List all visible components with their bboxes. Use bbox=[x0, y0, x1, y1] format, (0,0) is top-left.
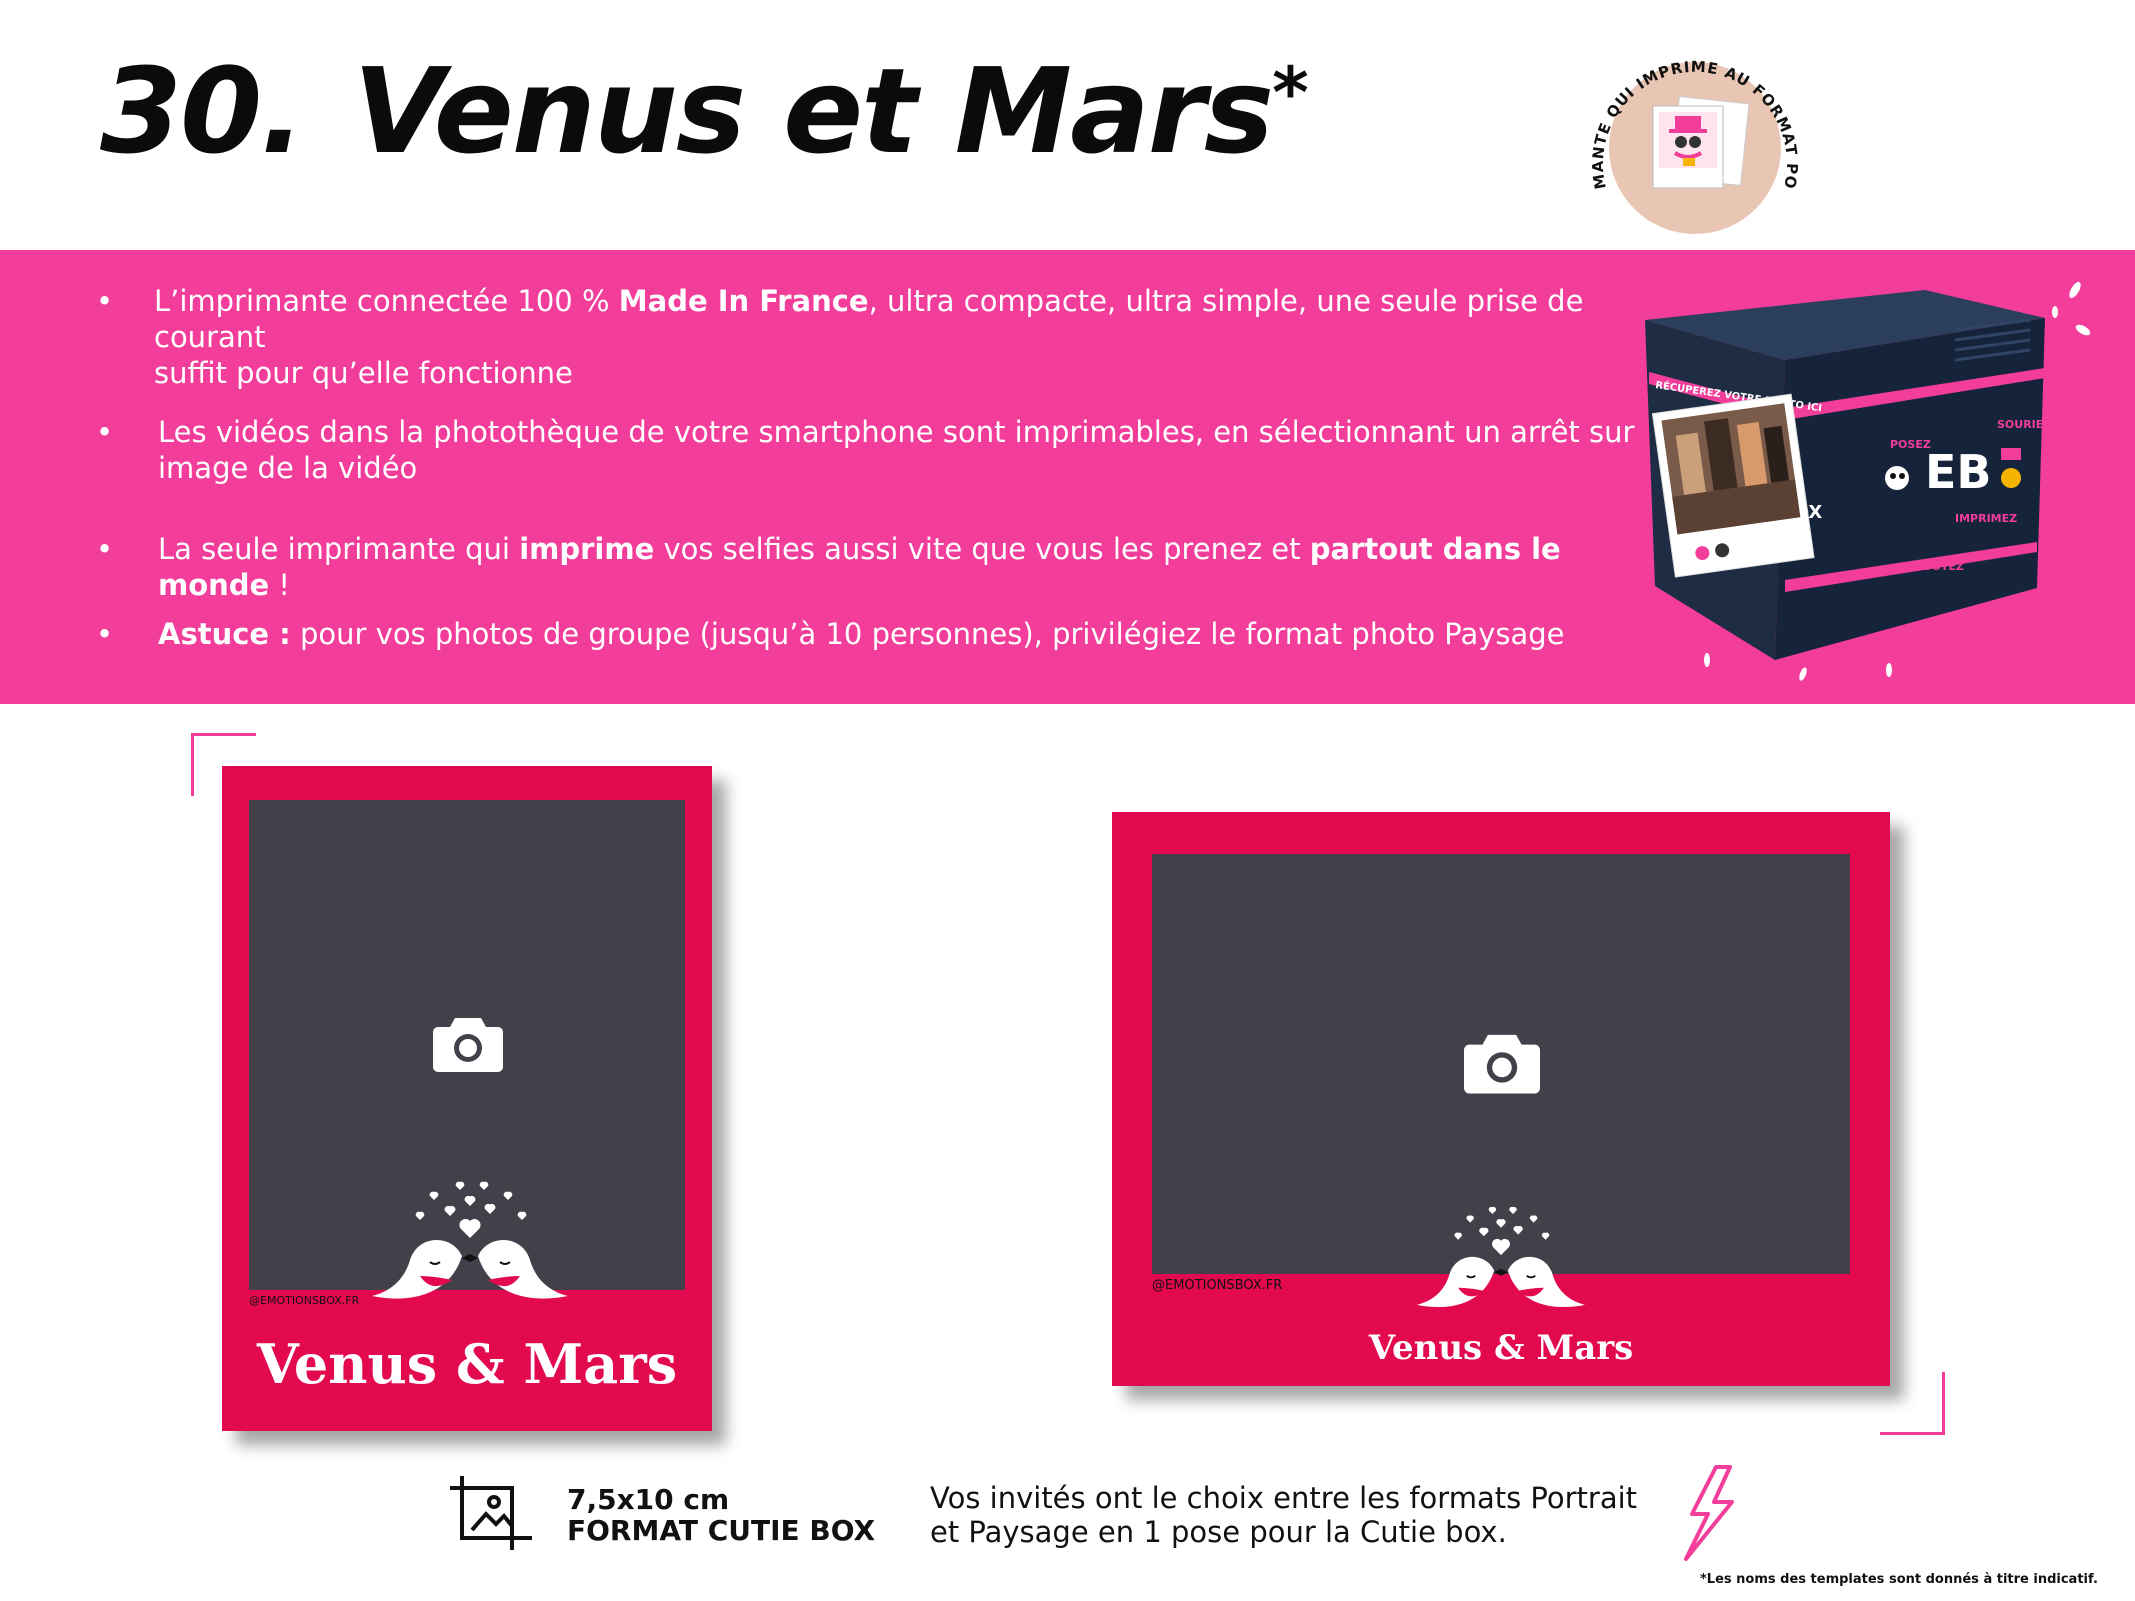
camera-icon bbox=[433, 1018, 503, 1072]
title-asterisk: * bbox=[1272, 52, 1309, 134]
bullet-icon: • bbox=[96, 284, 114, 318]
lightning-icon bbox=[1684, 1465, 1734, 1561]
love-birds-icon bbox=[372, 1181, 568, 1299]
polaroid-printer-icon bbox=[1652, 96, 1750, 189]
crop-format-icon bbox=[450, 1476, 532, 1550]
instagram-handle: @EMOTIONSBOX.FR bbox=[249, 1294, 360, 1307]
cutie-box-product-image: EB RÉCUPEREZ VOTRE PHOTO ICI BOX POSEZ S… bbox=[1645, 281, 2091, 681]
bullet-icon: • bbox=[96, 617, 114, 651]
template-name: Venus & Mars bbox=[1368, 1328, 1634, 1368]
format-choice-text: Vos invités ont le choix entre les forma… bbox=[930, 1481, 1638, 1515]
brand-mark: EB bbox=[1925, 445, 1991, 499]
sticker-label: IMPRIMEZ bbox=[1955, 512, 2017, 525]
instagram-handle: @EMOTIONSBOX.FR bbox=[1152, 1278, 1283, 1293]
sticker-label: SOURIEZ bbox=[1997, 418, 2051, 431]
format-size: 7,5x10 cm bbox=[567, 1483, 730, 1516]
polaroid-badge: L'IMPRIMANTE QUI IMPRIME AU FORMAT POLAR… bbox=[1555, 8, 1800, 234]
bullet-icon: • bbox=[96, 415, 114, 449]
format-choice-text: et Paysage en 1 pose pour la Cutie box. bbox=[930, 1515, 1507, 1549]
camera-icon bbox=[1464, 1034, 1540, 1094]
portrait-template: @EMOTIONSBOX.FR Venus & Mars bbox=[222, 766, 712, 1431]
template-number: 30. bbox=[100, 42, 305, 180]
bullet-icon: • bbox=[96, 532, 114, 566]
template-title: Venus et Mars bbox=[353, 42, 1274, 180]
sticker-label: SHOOTEZ bbox=[1905, 560, 1964, 573]
love-birds-icon bbox=[1417, 1206, 1585, 1308]
landscape-template: @EMOTIONSBOX.FR Venus & Mars bbox=[1112, 812, 1890, 1386]
template-name: Venus & Mars bbox=[256, 1332, 678, 1396]
page-title: 30. Venus et Mars* bbox=[100, 52, 1309, 170]
printed-photo bbox=[1651, 393, 1815, 578]
disclaimer-note: *Les noms des templates sont donnés à ti… bbox=[1700, 1572, 2098, 1587]
sticker-label: POSEZ bbox=[1890, 438, 1931, 451]
format-name: FORMAT CUTIE BOX bbox=[567, 1514, 876, 1547]
